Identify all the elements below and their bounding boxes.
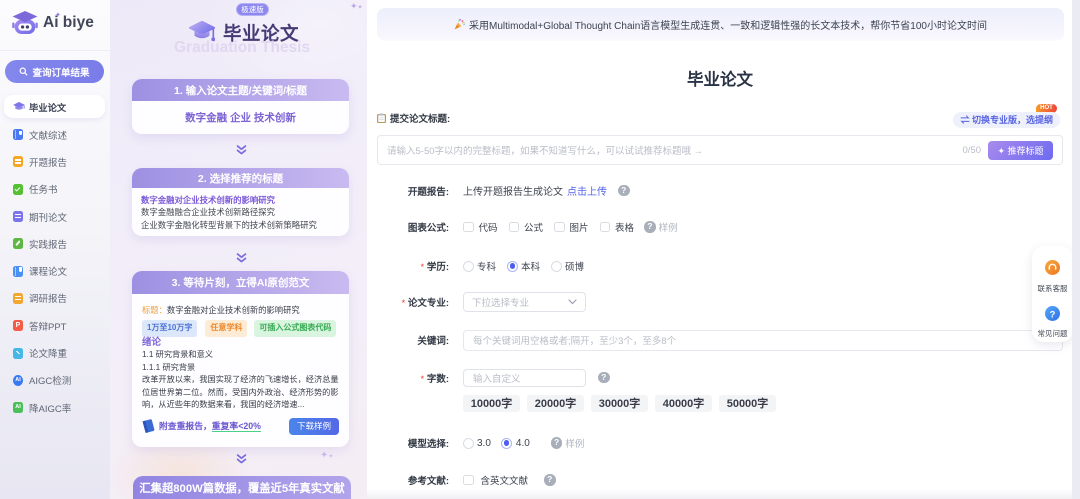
svg-text:?: ? bbox=[1050, 309, 1056, 319]
